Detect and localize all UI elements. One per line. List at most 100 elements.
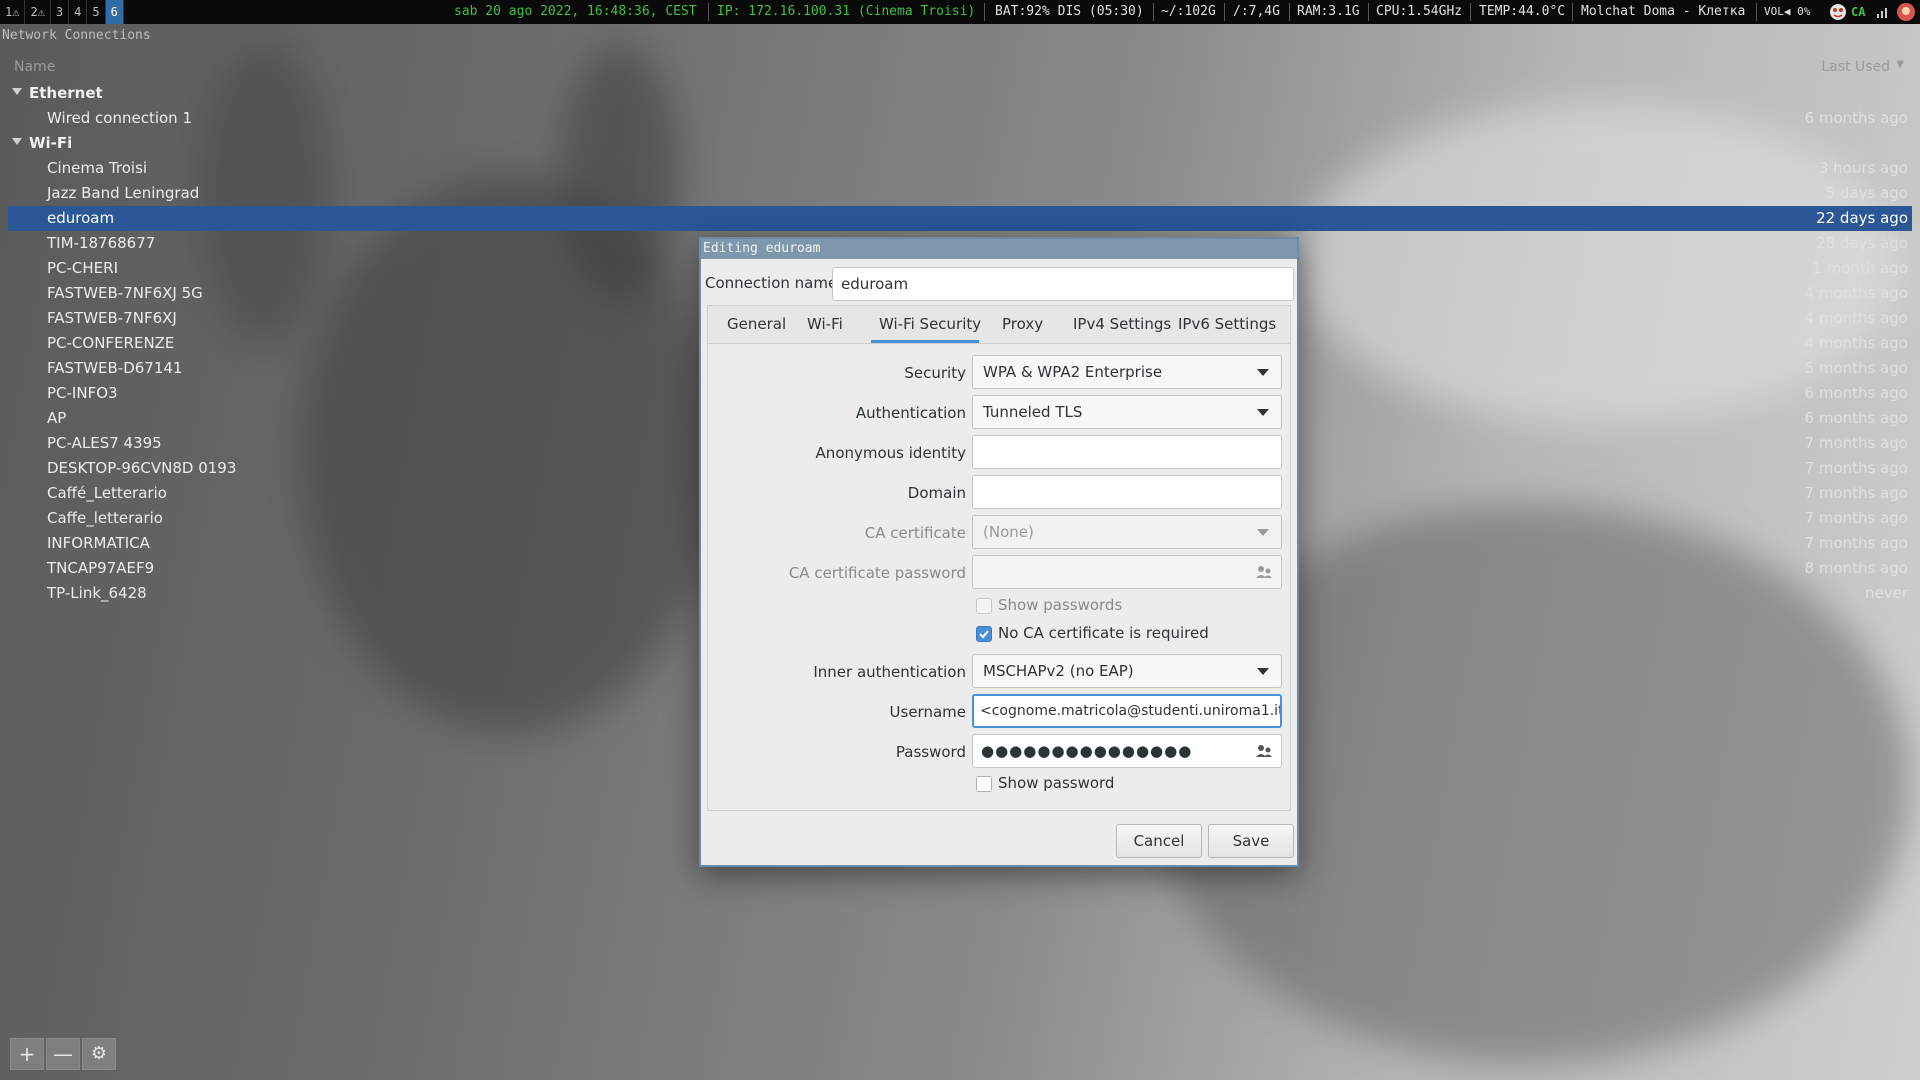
divider [1224,3,1225,21]
tab-wi-fi[interactable]: Wi-Fi [807,315,843,333]
column-name-header[interactable]: Name [14,59,55,75]
group-label: Wi-Fi [29,134,73,152]
disk-home-text: ~/:102G [1161,4,1216,19]
connection-name-input[interactable]: eduroam [832,267,1294,301]
show-password-label[interactable]: Show password [998,774,1114,792]
workspace-button[interactable]: 3 [51,0,70,24]
connection-last-used: never [1864,584,1908,602]
music-text[interactable]: Molchat Doma - Клетка [1581,0,1745,24]
ram-text: RAM:3.1G [1297,4,1360,19]
remove-connection-button[interactable]: — [46,1038,80,1070]
battery-text: BAT:92% DIS (05:30) [995,4,1144,19]
password-label: Password [895,743,966,761]
connection-name: PC-CONFERENZE [47,334,175,352]
workspace-button[interactable]: 2⚠ [25,0,51,24]
ca-certificate-value: (None) [983,523,1034,541]
ca-certificate-label: CA certificate [864,524,966,542]
cancel-button[interactable]: Cancel [1116,824,1202,858]
show-passwords-label[interactable]: Show passwords [998,596,1122,614]
connection-row[interactable]: Cinema Troisi 3 hours ago [8,156,1912,181]
chevron-down-icon [1257,369,1269,376]
connection-name: TIM-18768677 [47,234,156,252]
ca-certificate-password-input[interactable] [972,555,1282,589]
edit-connection-dialog: Editing eduroam Connection name eduroam … [699,237,1299,867]
workspace-button[interactable]: 1⚠ [0,0,26,24]
connection-name: DESKTOP-96CVN8D 0193 [47,459,237,477]
connection-last-used: 4 months ago [1804,334,1908,352]
password-storage-icon[interactable] [1255,563,1273,581]
inner-authentication-dropdown[interactable]: MSCHAPv2 (no EAP) [972,654,1282,688]
divider [1153,3,1154,21]
wifi-security-panel: Security WPA & WPA2 Enterprise Authentic… [707,343,1291,811]
connection-last-used: 7 months ago [1804,534,1908,552]
notification-icon[interactable] [1896,0,1916,24]
cpu-text: CPU:1.54GHz [1376,4,1463,19]
divider [1470,3,1471,21]
tab-ipv6-settings[interactable]: IPv6 Settings [1178,315,1276,333]
connection-name: FASTWEB-7NF6XJ 5G [47,284,203,302]
connection-last-used: 4 months ago [1804,284,1908,302]
authentication-dropdown[interactable]: Tunneled TLS [972,395,1282,429]
tab-ipv4-settings[interactable]: IPv4 Settings [1073,315,1171,333]
tab-proxy[interactable]: Proxy [1002,315,1043,333]
no-ca-required-checkbox[interactable] [976,626,992,642]
status-bar: 1⚠ 2⚠ 3 4 5 6 sab 20 ago 2022, 16:48:36, CEST… [0,0,1920,24]
workspace-button[interactable]: 4 [69,0,88,24]
dialog-title: Editing eduroam [701,239,1297,259]
chevron-down-icon [1257,409,1269,416]
disk-root-text: /:7,4G [1233,4,1280,19]
connection-last-used: 6 months ago [1804,409,1908,427]
security-value: WPA & WPA2 Enterprise [983,363,1163,381]
divider [984,3,985,21]
ca-indicator[interactable]: CA [1851,0,1865,24]
tab-bar: General Wi-Fi Wi-Fi Security Proxy IPv4 Sett… [707,305,1291,343]
anonymous-identity-input[interactable] [972,435,1282,469]
connection-row[interactable]: eduroam 22 days ago [8,206,1912,231]
show-password-checkbox[interactable] [976,776,992,792]
chevron-down-icon [1257,529,1269,536]
no-ca-required-label[interactable]: No CA certificate is required [998,624,1209,642]
security-label: Security [904,364,966,382]
authentication-value: Tunneled TLS [983,403,1083,421]
group-row[interactable]: Ethernet [8,81,1912,106]
volume-text[interactable]: VOL◀ 0% [1764,0,1810,24]
tab-wi-fi-security[interactable]: Wi-Fi Security [879,315,981,333]
save-button[interactable]: Save [1208,824,1294,858]
workspace-button[interactable]: 6 [105,0,124,24]
connection-name: PC-CHERI [47,259,119,277]
list-header: Name Last Used ▼ [8,56,1912,80]
column-last-used-header[interactable]: Last Used [1821,59,1890,75]
expander-down-icon[interactable] [12,88,22,95]
authentication-label: Authentication [855,404,966,422]
connection-name: PC-INFO3 [47,384,118,402]
security-dropdown[interactable]: WPA & WPA2 Enterprise [972,355,1282,389]
checkmark-icon [979,630,989,639]
connection-last-used: 5 days ago [1825,184,1908,202]
tab-general[interactable]: General [727,315,786,333]
username-label: Username [889,703,966,721]
expander-down-icon[interactable] [12,138,22,145]
settings-gear-button[interactable]: ⚙ [82,1038,116,1070]
password-input[interactable]: ●●●●●●●●●●●●●●● [972,734,1282,768]
connection-last-used: 5 months ago [1804,359,1908,377]
connection-name: INFORMATICA [47,534,150,552]
add-connection-button[interactable]: + [10,1038,44,1070]
ca-certificate-dropdown[interactable]: (None) [972,515,1282,549]
divider [708,3,709,21]
ip-text: IP: 172.16.100.31 (Cinema Troisi) [717,4,976,19]
group-row[interactable]: Wi-Fi [8,131,1912,156]
domain-input[interactable] [972,475,1282,509]
workspace-button[interactable]: 5 [87,0,106,24]
connection-name: AP [47,409,67,427]
connection-row[interactable]: Wired connection 1 6 months ago [8,106,1912,131]
show-passwords-checkbox[interactable] [976,598,992,614]
connection-last-used: 7 months ago [1804,459,1908,477]
wifi-signal-icon[interactable] [1876,0,1890,24]
password-storage-icon[interactable] [1255,742,1273,760]
ca-certificate-password-label: CA certificate password [788,564,966,582]
username-input[interactable]: <cognome.matricola@studenti.uniroma1.it> [972,694,1282,728]
connection-row[interactable]: Jazz Band Leningrad 5 days ago [8,181,1912,206]
connection-last-used: 4 months ago [1804,309,1908,327]
anonymous-identity-label: Anonymous identity [815,444,966,462]
tray-app-icon[interactable] [1829,0,1847,24]
